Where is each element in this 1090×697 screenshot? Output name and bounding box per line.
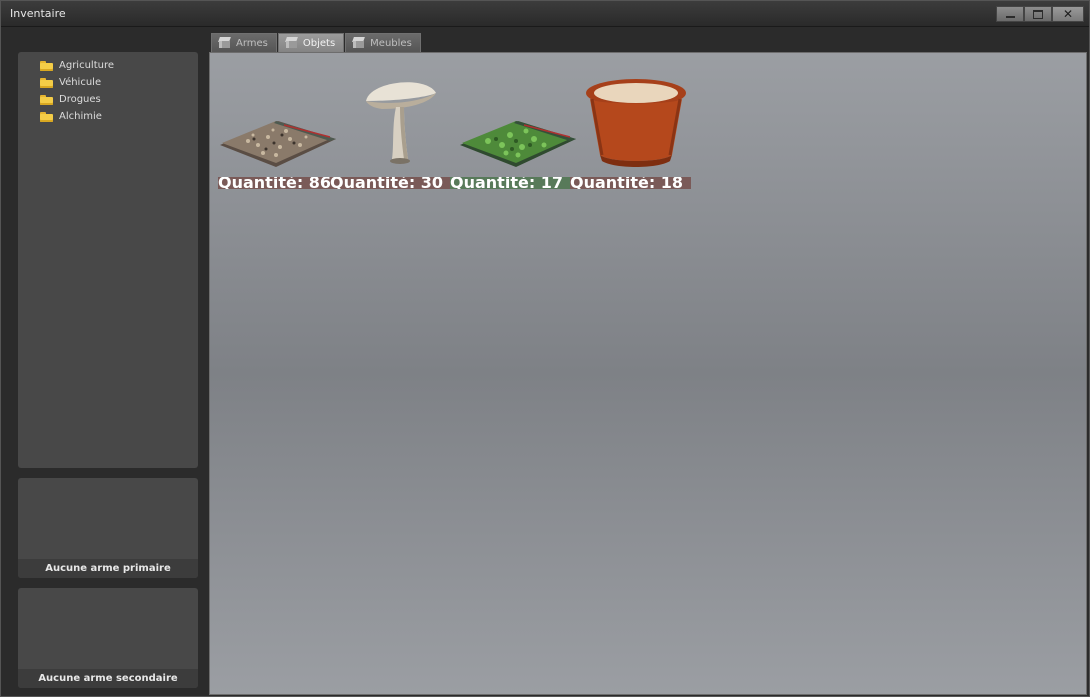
tab-label: Meubles	[370, 37, 412, 49]
secondary-weapon-slot[interactable]: Aucune arme secondaire	[18, 588, 198, 688]
tab-label: Objets	[302, 37, 336, 49]
inventory-grid: Quantité: 86 Quantité: 30 Quantité: 17 Q…	[209, 52, 1087, 695]
folder-icon	[40, 61, 53, 71]
minimize-button[interactable]	[996, 6, 1024, 22]
secondary-weapon-label: Aucune arme secondaire	[18, 669, 198, 688]
quantity-label: Quantité: 30	[330, 177, 458, 189]
primary-weapon-slot[interactable]: Aucune arme primaire	[18, 478, 198, 578]
flower-pot-icon	[586, 79, 686, 167]
folder-icon	[40, 112, 53, 122]
tab-label: Armes	[236, 37, 268, 49]
quantity-label: Quantité: 18	[570, 177, 691, 189]
category-label: Véhicule	[59, 77, 102, 88]
close-icon: ✕	[1062, 7, 1074, 21]
category-agriculture[interactable]: Agriculture	[40, 57, 198, 74]
maximize-button[interactable]	[1024, 6, 1052, 22]
tab-objets[interactable]: Objets	[277, 33, 345, 52]
tab-bar: Armes Objets Meubles	[211, 33, 422, 52]
category-label: Drogues	[59, 94, 101, 105]
maximize-icon	[1033, 9, 1043, 19]
box-icon	[352, 37, 366, 49]
tab-meubles[interactable]: Meubles	[345, 33, 421, 52]
mushroom-icon	[366, 82, 436, 164]
category-label: Agriculture	[59, 60, 114, 71]
quantity-label: Quantité: 86	[218, 177, 338, 189]
category-alchimie[interactable]: Alchimie	[40, 108, 198, 125]
folder-icon	[40, 78, 53, 88]
close-button[interactable]: ✕	[1052, 6, 1084, 22]
category-vehicule[interactable]: Véhicule	[40, 74, 198, 91]
window-title: Inventaire	[10, 7, 66, 20]
seed-bag-icon	[220, 121, 336, 167]
title-bar[interactable]: Inventaire ✕	[1, 1, 1089, 27]
primary-weapon-label: Aucune arme primaire	[18, 559, 198, 578]
box-icon	[284, 37, 298, 49]
minimize-icon	[1005, 16, 1015, 18]
category-drogues[interactable]: Drogues	[40, 91, 198, 108]
tab-armes[interactable]: Armes	[211, 33, 277, 52]
green-bag-icon	[460, 121, 576, 167]
category-label: Alchimie	[59, 111, 102, 122]
inventory-window: Inventaire ✕ Agriculture Véhicule Drogue…	[0, 0, 1090, 697]
quantity-label: Quantité: 17	[450, 177, 578, 189]
category-panel: Agriculture Véhicule Drogues Alchimie	[18, 52, 198, 468]
folder-icon	[40, 95, 53, 105]
box-icon	[218, 37, 231, 49]
